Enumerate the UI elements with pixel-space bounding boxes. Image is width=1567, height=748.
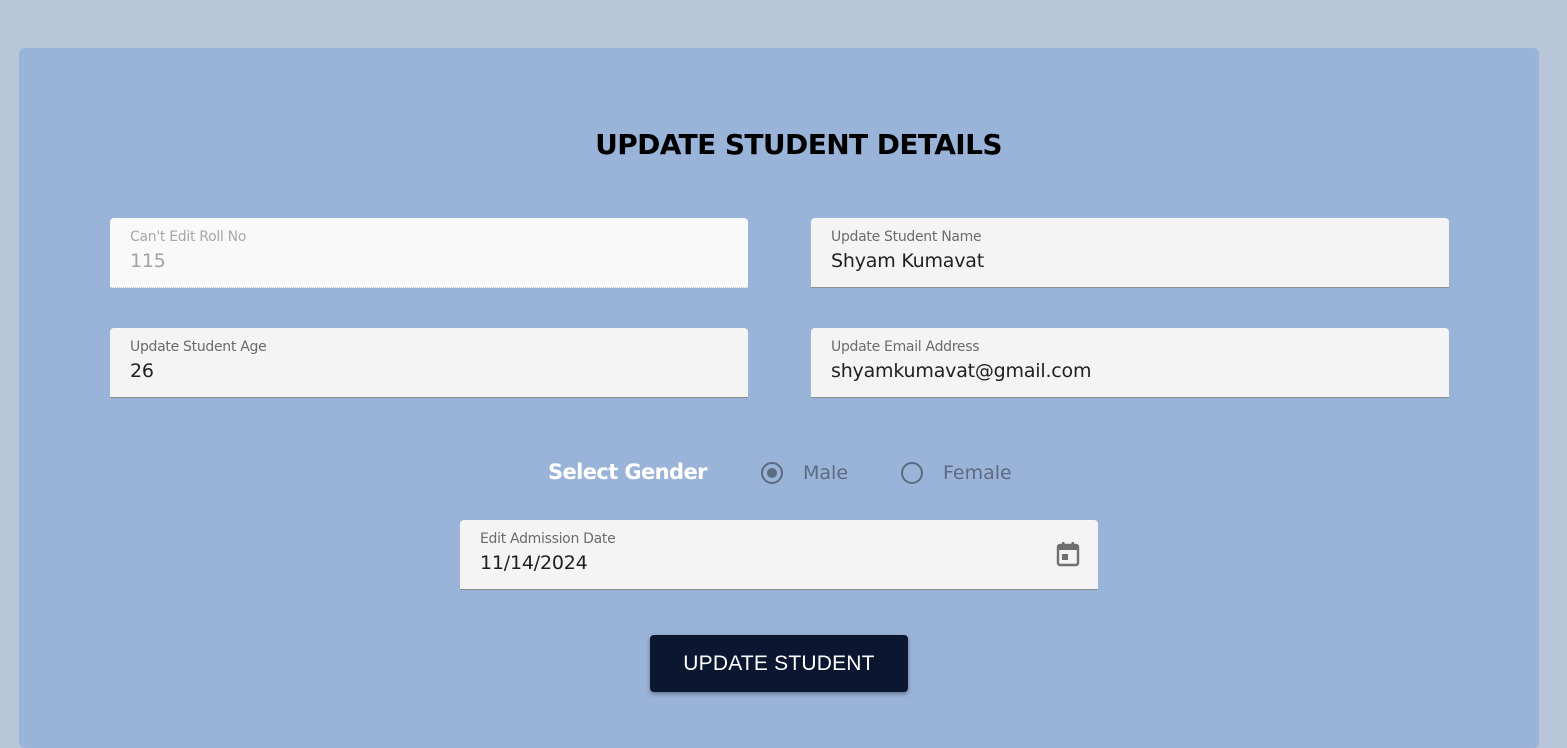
- admission-date-label: Edit Admission Date: [480, 531, 616, 547]
- calendar-icon[interactable]: [1056, 541, 1080, 567]
- roll-no-value: 115: [130, 250, 166, 272]
- student-name-value[interactable]: Shyam Kumavat: [831, 250, 984, 272]
- email-field[interactable]: Update Email Address shyamkumavat@gmail.…: [811, 328, 1449, 398]
- gender-radio-male[interactable]: Male: [761, 459, 848, 487]
- student-age-value[interactable]: 26: [130, 360, 154, 382]
- gender-radio-female[interactable]: Female: [901, 459, 1012, 487]
- student-name-label: Update Student Name: [831, 229, 982, 245]
- gender-label: Select Gender: [548, 460, 707, 484]
- gender-option-label: Female: [943, 462, 1012, 484]
- page-title: UPDATE STUDENT DETAILS: [595, 128, 1002, 161]
- student-name-field[interactable]: Update Student Name Shyam Kumavat: [811, 218, 1449, 288]
- admission-date-field[interactable]: Edit Admission Date 11/14/2024: [460, 520, 1098, 590]
- roll-no-label: Can't Edit Roll No: [130, 229, 247, 245]
- admission-date-value[interactable]: 11/14/2024: [480, 552, 588, 574]
- email-label: Update Email Address: [831, 339, 980, 355]
- radio-checked-icon[interactable]: [761, 462, 783, 484]
- radio-unchecked-icon[interactable]: [901, 462, 923, 484]
- gender-option-label: Male: [803, 462, 849, 484]
- student-age-field[interactable]: Update Student Age 26: [110, 328, 748, 398]
- update-student-button[interactable]: UPDATE STUDENT: [650, 635, 908, 692]
- roll-no-field: Can't Edit Roll No 115: [110, 218, 748, 288]
- email-value[interactable]: shyamkumavat@gmail.com: [831, 360, 1091, 382]
- student-age-label: Update Student Age: [130, 339, 267, 355]
